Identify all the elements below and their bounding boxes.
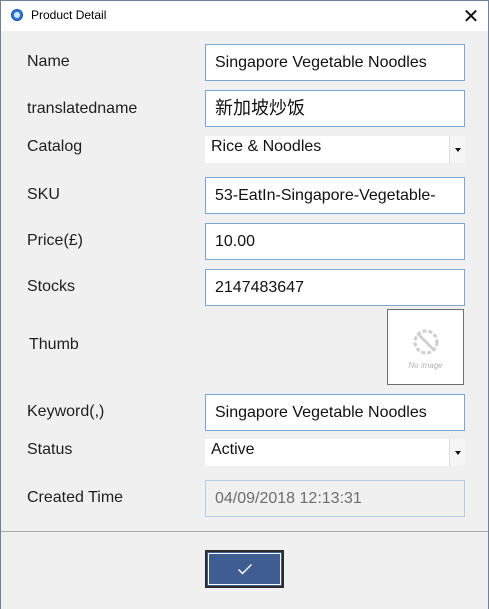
sku-field[interactable]: 53-EatIn-Singapore-Vegetable-: [205, 177, 465, 214]
status-selected-value: Active: [211, 441, 255, 458]
status-select[interactable]: Active: [205, 439, 465, 466]
keyword-label: Keyword(,): [27, 403, 105, 420]
no-image-icon: [413, 329, 439, 355]
catalog-label: Catalog: [27, 138, 83, 155]
sku-label: SKU: [27, 186, 60, 203]
created-time-field: 04/09/2018 12:13:31: [205, 480, 465, 517]
name-label: Name: [27, 53, 70, 70]
chevron-down-icon[interactable]: [449, 136, 465, 163]
created-time-label: Created Time: [27, 489, 124, 506]
title-bar: Product Detail ✕: [1, 1, 488, 31]
status-label: Status: [27, 441, 73, 458]
translatedname-label: translatedname: [27, 100, 138, 117]
confirm-button[interactable]: [205, 550, 284, 588]
no-image-text: No image: [408, 361, 443, 370]
translatedname-field[interactable]: 新加坡炒饭: [205, 90, 465, 127]
stocks-field[interactable]: 2147483647: [205, 269, 465, 306]
thumb-label: Thumb: [29, 336, 79, 353]
chevron-down-icon[interactable]: [449, 439, 465, 466]
product-detail-window: Product Detail ✕ Name Singapore Vegetabl…: [0, 0, 489, 609]
thumb-image-box[interactable]: No image: [387, 309, 464, 385]
catalog-select[interactable]: Rice & Noodles: [205, 136, 465, 163]
name-field[interactable]: Singapore Vegetable Noodles: [205, 44, 465, 81]
catalog-selected-value: Rice & Noodles: [211, 138, 322, 155]
stocks-label: Stocks: [27, 278, 76, 295]
close-icon[interactable]: ✕: [454, 1, 488, 31]
price-label: Price(£): [27, 232, 84, 249]
checkmark-icon: [238, 564, 252, 575]
app-icon: [11, 9, 23, 21]
price-field[interactable]: 10.00: [205, 223, 465, 260]
keyword-field[interactable]: Singapore Vegetable Noodles: [205, 394, 465, 431]
window-title: Product Detail: [31, 8, 107, 22]
